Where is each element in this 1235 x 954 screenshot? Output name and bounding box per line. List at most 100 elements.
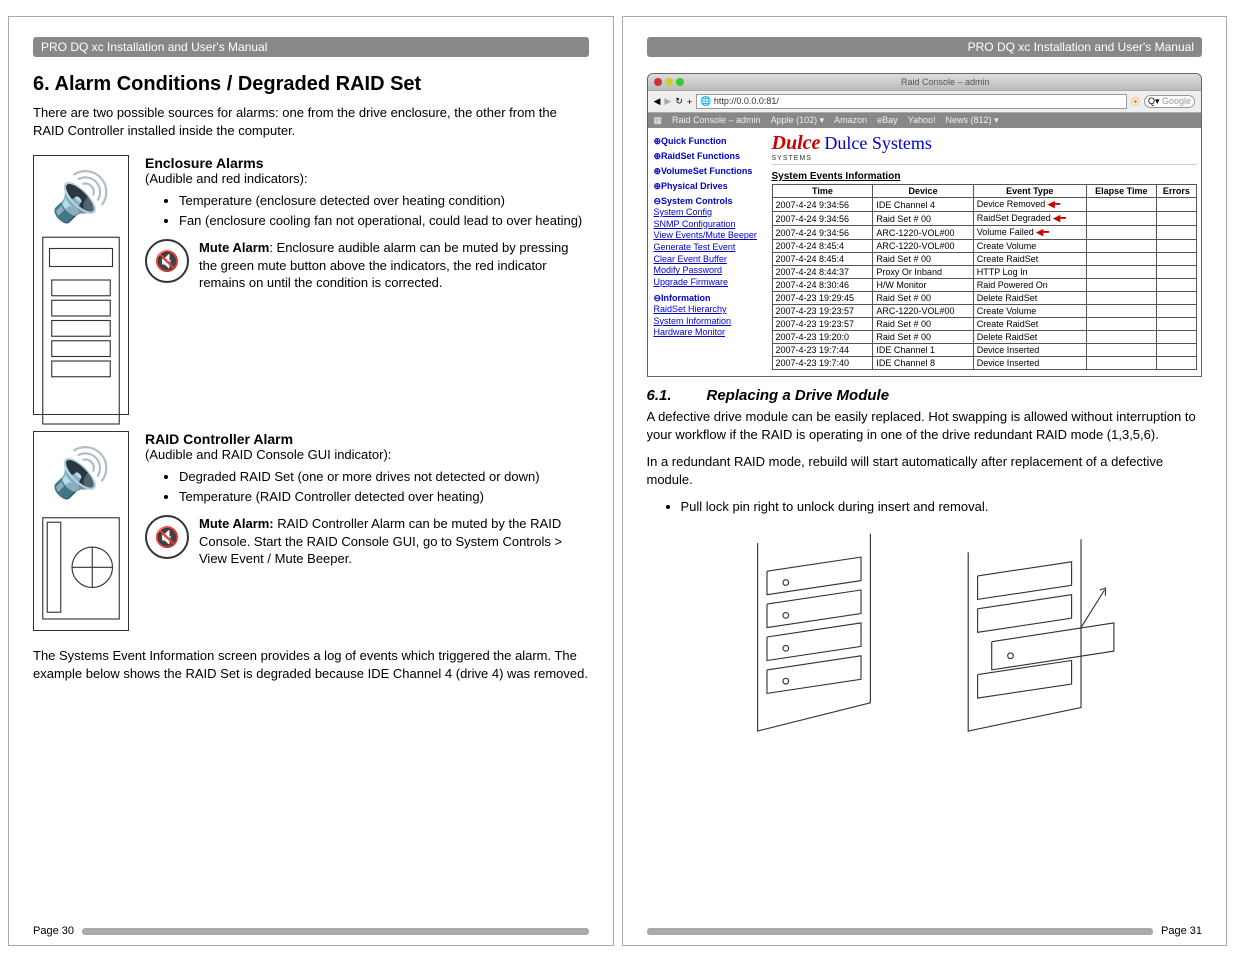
table-cell: 2007-4-24 9:34:56 [772, 212, 873, 226]
mute-alarm-text: Mute Alarm: RAID Controller Alarm can be… [199, 515, 589, 568]
bullet-item: Fan (enclosure cooling fan not operation… [179, 212, 589, 230]
sidebar-category[interactable]: ⊖System Controls [654, 196, 762, 207]
bookmark-item[interactable]: Yahoo! [908, 115, 936, 126]
table-cell: IDE Channel 8 [873, 357, 973, 370]
bookmark-item[interactable]: Raid Console – admin [672, 115, 761, 126]
table-cell: 2007-4-23 19:23:57 [772, 305, 873, 318]
back-icon[interactable]: ◀ [654, 96, 661, 107]
drive-eject-illustration [939, 532, 1129, 742]
sidebar-link[interactable]: RaidSet Hierarchy [654, 304, 762, 316]
table-header-cell: Time [772, 185, 873, 198]
brand-subtext: SYSTEMS [772, 155, 1198, 162]
raid-controller-bullet-list: Degraded RAID Set (one or more drives no… [145, 468, 589, 505]
mute-icon: 🔇 [145, 239, 189, 283]
sidebar-link[interactable]: System Config [654, 207, 762, 219]
table-row: 2007-4-24 9:34:56IDE Channel 4Device Rem… [772, 198, 1197, 212]
sidebar-link[interactable]: View Events/Mute Beeper [654, 230, 762, 242]
raid-controller-alarm-subtitle: (Audible and RAID Console GUI indicator)… [145, 447, 589, 462]
sidebar-category[interactable]: ⊕VolumeSet Functions [654, 166, 762, 177]
speaker-icon: 🔊 [36, 162, 126, 235]
sidebar-link[interactable]: Clear Event Buffer [654, 254, 762, 266]
sidebar-category[interactable]: ⊕Physical Drives [654, 181, 762, 192]
table-cell: IDE Channel 1 [873, 344, 973, 357]
sidebar-link[interactable]: Hardware Monitor [654, 327, 762, 339]
table-cell [1086, 292, 1156, 305]
bookmark-item[interactable]: News (812) ▾ [946, 115, 999, 126]
brand-tagline: Dulce Systems [824, 133, 932, 153]
table-cell: 2007-4-24 8:45:4 [772, 240, 873, 253]
sidebar-link[interactable]: Modify Password [654, 265, 762, 277]
traffic-lights-icon [654, 78, 684, 86]
table-cell [1156, 253, 1196, 266]
section-heading: 6. Alarm Conditions / Degraded RAID Set [33, 73, 589, 96]
table-cell: Create RaidSet [973, 318, 1086, 331]
table-cell [1086, 266, 1156, 279]
table-cell [1156, 226, 1196, 240]
table-cell: Device Removed ◀━ [973, 198, 1086, 212]
reload-icon[interactable]: ↻ [675, 96, 683, 107]
bookmark-item[interactable]: eBay [877, 115, 898, 126]
table-cell [1086, 357, 1156, 370]
table-title: System Events Information [772, 171, 1198, 182]
intro-paragraph: There are two possible sources for alarm… [33, 104, 589, 139]
table-row: 2007-4-23 19:20:0Raid Set # 00Delete Rai… [772, 331, 1197, 344]
raid-console-screenshot: Raid Console – admin ◀ ▶ ↻ + 🌐 http://0.… [647, 73, 1203, 377]
alert-arrow-icon: ◀━ [1034, 227, 1049, 237]
replace-bullet-list: Pull lock pin right to unlock during ins… [647, 498, 1203, 516]
search-box[interactable]: Q▾ Google [1144, 95, 1195, 108]
page-number: Page 30 [33, 925, 74, 937]
brand-logo: Dulce [772, 132, 821, 154]
table-cell: Proxy Or Inband [873, 266, 973, 279]
table-cell: HTTP Log In [973, 266, 1086, 279]
page-number: Page 31 [1161, 925, 1202, 937]
table-cell [1086, 318, 1156, 331]
sidebar-link[interactable]: System Information [654, 316, 762, 328]
sidebar-link[interactable]: SNMP Configuration [654, 219, 762, 231]
alert-arrow-icon: ◀━ [1051, 213, 1066, 223]
sidebar-category[interactable]: ⊕Quick Function [654, 136, 762, 147]
table-cell [1086, 279, 1156, 292]
table-cell [1086, 331, 1156, 344]
bookmark-item[interactable]: Apple (102) ▾ [771, 115, 825, 126]
page-header-left: PRO DQ xc Installation and User's Manual [33, 37, 589, 57]
table-cell: Device Inserted [973, 344, 1086, 357]
table-cell: Create Volume [973, 240, 1086, 253]
sidebar-category[interactable]: ⊖Information [654, 293, 762, 304]
enclosure-alarm-title: Enclosure Alarms [145, 155, 589, 171]
console-main-panel: DulceDulce Systems SYSTEMS System Events… [768, 128, 1202, 376]
table-header-cell: Errors [1156, 185, 1196, 198]
bullet-item: Temperature (enclosure detected over hea… [179, 192, 589, 210]
forward-icon[interactable]: ▶ [664, 96, 671, 107]
table-cell [1156, 212, 1196, 226]
add-icon[interactable]: + [687, 97, 692, 107]
table-cell: Device Inserted [973, 357, 1086, 370]
table-cell [1156, 240, 1196, 253]
speaker-icon: 🔊 [36, 438, 126, 511]
right-page: PRO DQ xc Installation and User's Manual… [622, 16, 1228, 946]
table-cell [1086, 344, 1156, 357]
table-cell: ARC-1220-VOL#00 [873, 305, 973, 318]
table-cell: 2007-4-24 8:45:4 [772, 253, 873, 266]
enclosure-bullet-list: Temperature (enclosure detected over hea… [145, 192, 589, 229]
sidebar-link[interactable]: Upgrade Firmware [654, 277, 762, 289]
table-cell: 2007-4-24 9:34:56 [772, 226, 873, 240]
table-cell [1086, 198, 1156, 212]
table-cell [1156, 279, 1196, 292]
table-cell: Create Volume [973, 305, 1086, 318]
table-row: 2007-4-23 19:23:57ARC-1220-VOL#00Create … [772, 305, 1197, 318]
table-cell: 2007-4-23 19:7:40 [772, 357, 873, 370]
table-row: 2007-4-24 9:34:56Raid Set # 00RaidSet De… [772, 212, 1197, 226]
sidebar-category[interactable]: ⊕RaidSet Functions [654, 151, 762, 162]
bookmark-icon[interactable]: ▦ [654, 115, 663, 126]
rss-icon[interactable]: ⦿ [1131, 95, 1140, 108]
table-header-cell: Elapse Time [1086, 185, 1156, 198]
left-page: PRO DQ xc Installation and User's Manual… [8, 16, 614, 946]
replace-paragraph-1: A defective drive module can be easily r… [647, 408, 1203, 443]
sidebar-link[interactable]: Generate Test Event [654, 242, 762, 254]
enclosure-alarm-subtitle: (Audible and red indicators): [145, 171, 589, 186]
raid-controller-alarm-section: 🔊 RAID Controller Alarm (Audible and RAI… [33, 431, 589, 631]
page-header-right: PRO DQ xc Installation and User's Manual [647, 37, 1203, 57]
table-cell: Delete RaidSet [973, 292, 1086, 305]
bookmark-item[interactable]: Amazon [834, 115, 867, 126]
address-bar[interactable]: 🌐 http://0.0.0.0:81/ [696, 94, 1127, 109]
